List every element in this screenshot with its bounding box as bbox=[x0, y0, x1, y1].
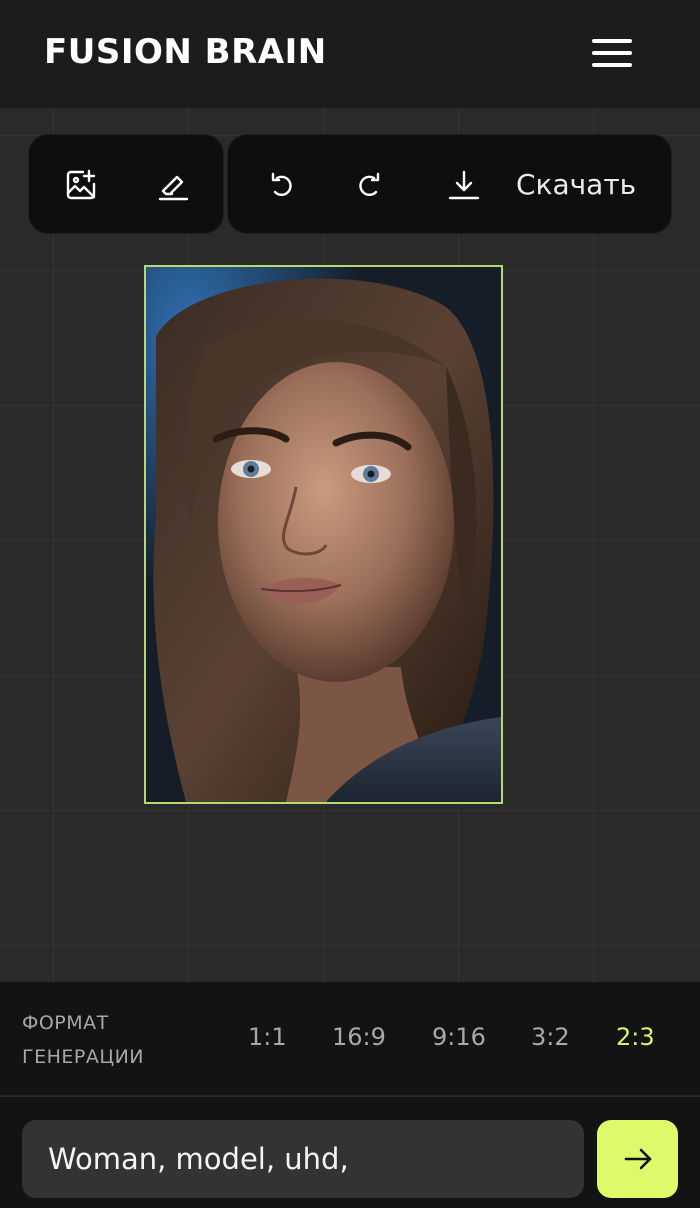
generated-image[interactable] bbox=[144, 265, 503, 804]
ratio-2-3[interactable]: 2:3 bbox=[616, 1020, 655, 1054]
format-label-line2: ГЕНЕРАЦИИ bbox=[22, 1046, 145, 1068]
redo-icon[interactable] bbox=[347, 161, 395, 209]
toolbar-edit-group bbox=[28, 134, 224, 234]
format-label-line1: ФОРМАТ bbox=[22, 1012, 109, 1034]
undo-icon[interactable] bbox=[256, 161, 304, 209]
ratio-1-1[interactable]: 1:1 bbox=[248, 1020, 287, 1054]
format-label: ФОРМАТ ГЕНЕРАЦИИ bbox=[22, 1006, 192, 1074]
menu-line bbox=[592, 51, 632, 55]
ratio-16-9[interactable]: 16:9 bbox=[332, 1020, 386, 1054]
download-icon[interactable] bbox=[440, 161, 488, 209]
ratio-3-2[interactable]: 3:2 bbox=[531, 1020, 570, 1054]
download-button[interactable]: Скачать bbox=[516, 167, 636, 203]
arrow-right-icon bbox=[624, 1148, 651, 1170]
toolbar-history-group: Скачать bbox=[227, 134, 672, 234]
eraser-icon[interactable] bbox=[149, 161, 197, 209]
app-header: FUSION BRAIN bbox=[0, 0, 700, 108]
portrait-photo bbox=[146, 267, 501, 802]
image-add-icon[interactable] bbox=[57, 161, 105, 209]
menu-line bbox=[592, 63, 632, 67]
app-logo[interactable]: FUSION BRAIN bbox=[44, 30, 327, 74]
menu-line bbox=[592, 39, 632, 43]
hamburger-menu-icon[interactable] bbox=[588, 32, 636, 74]
ratio-9-16[interactable]: 9:16 bbox=[432, 1020, 486, 1054]
prompt-input[interactable] bbox=[22, 1120, 584, 1198]
send-button[interactable] bbox=[597, 1120, 678, 1198]
